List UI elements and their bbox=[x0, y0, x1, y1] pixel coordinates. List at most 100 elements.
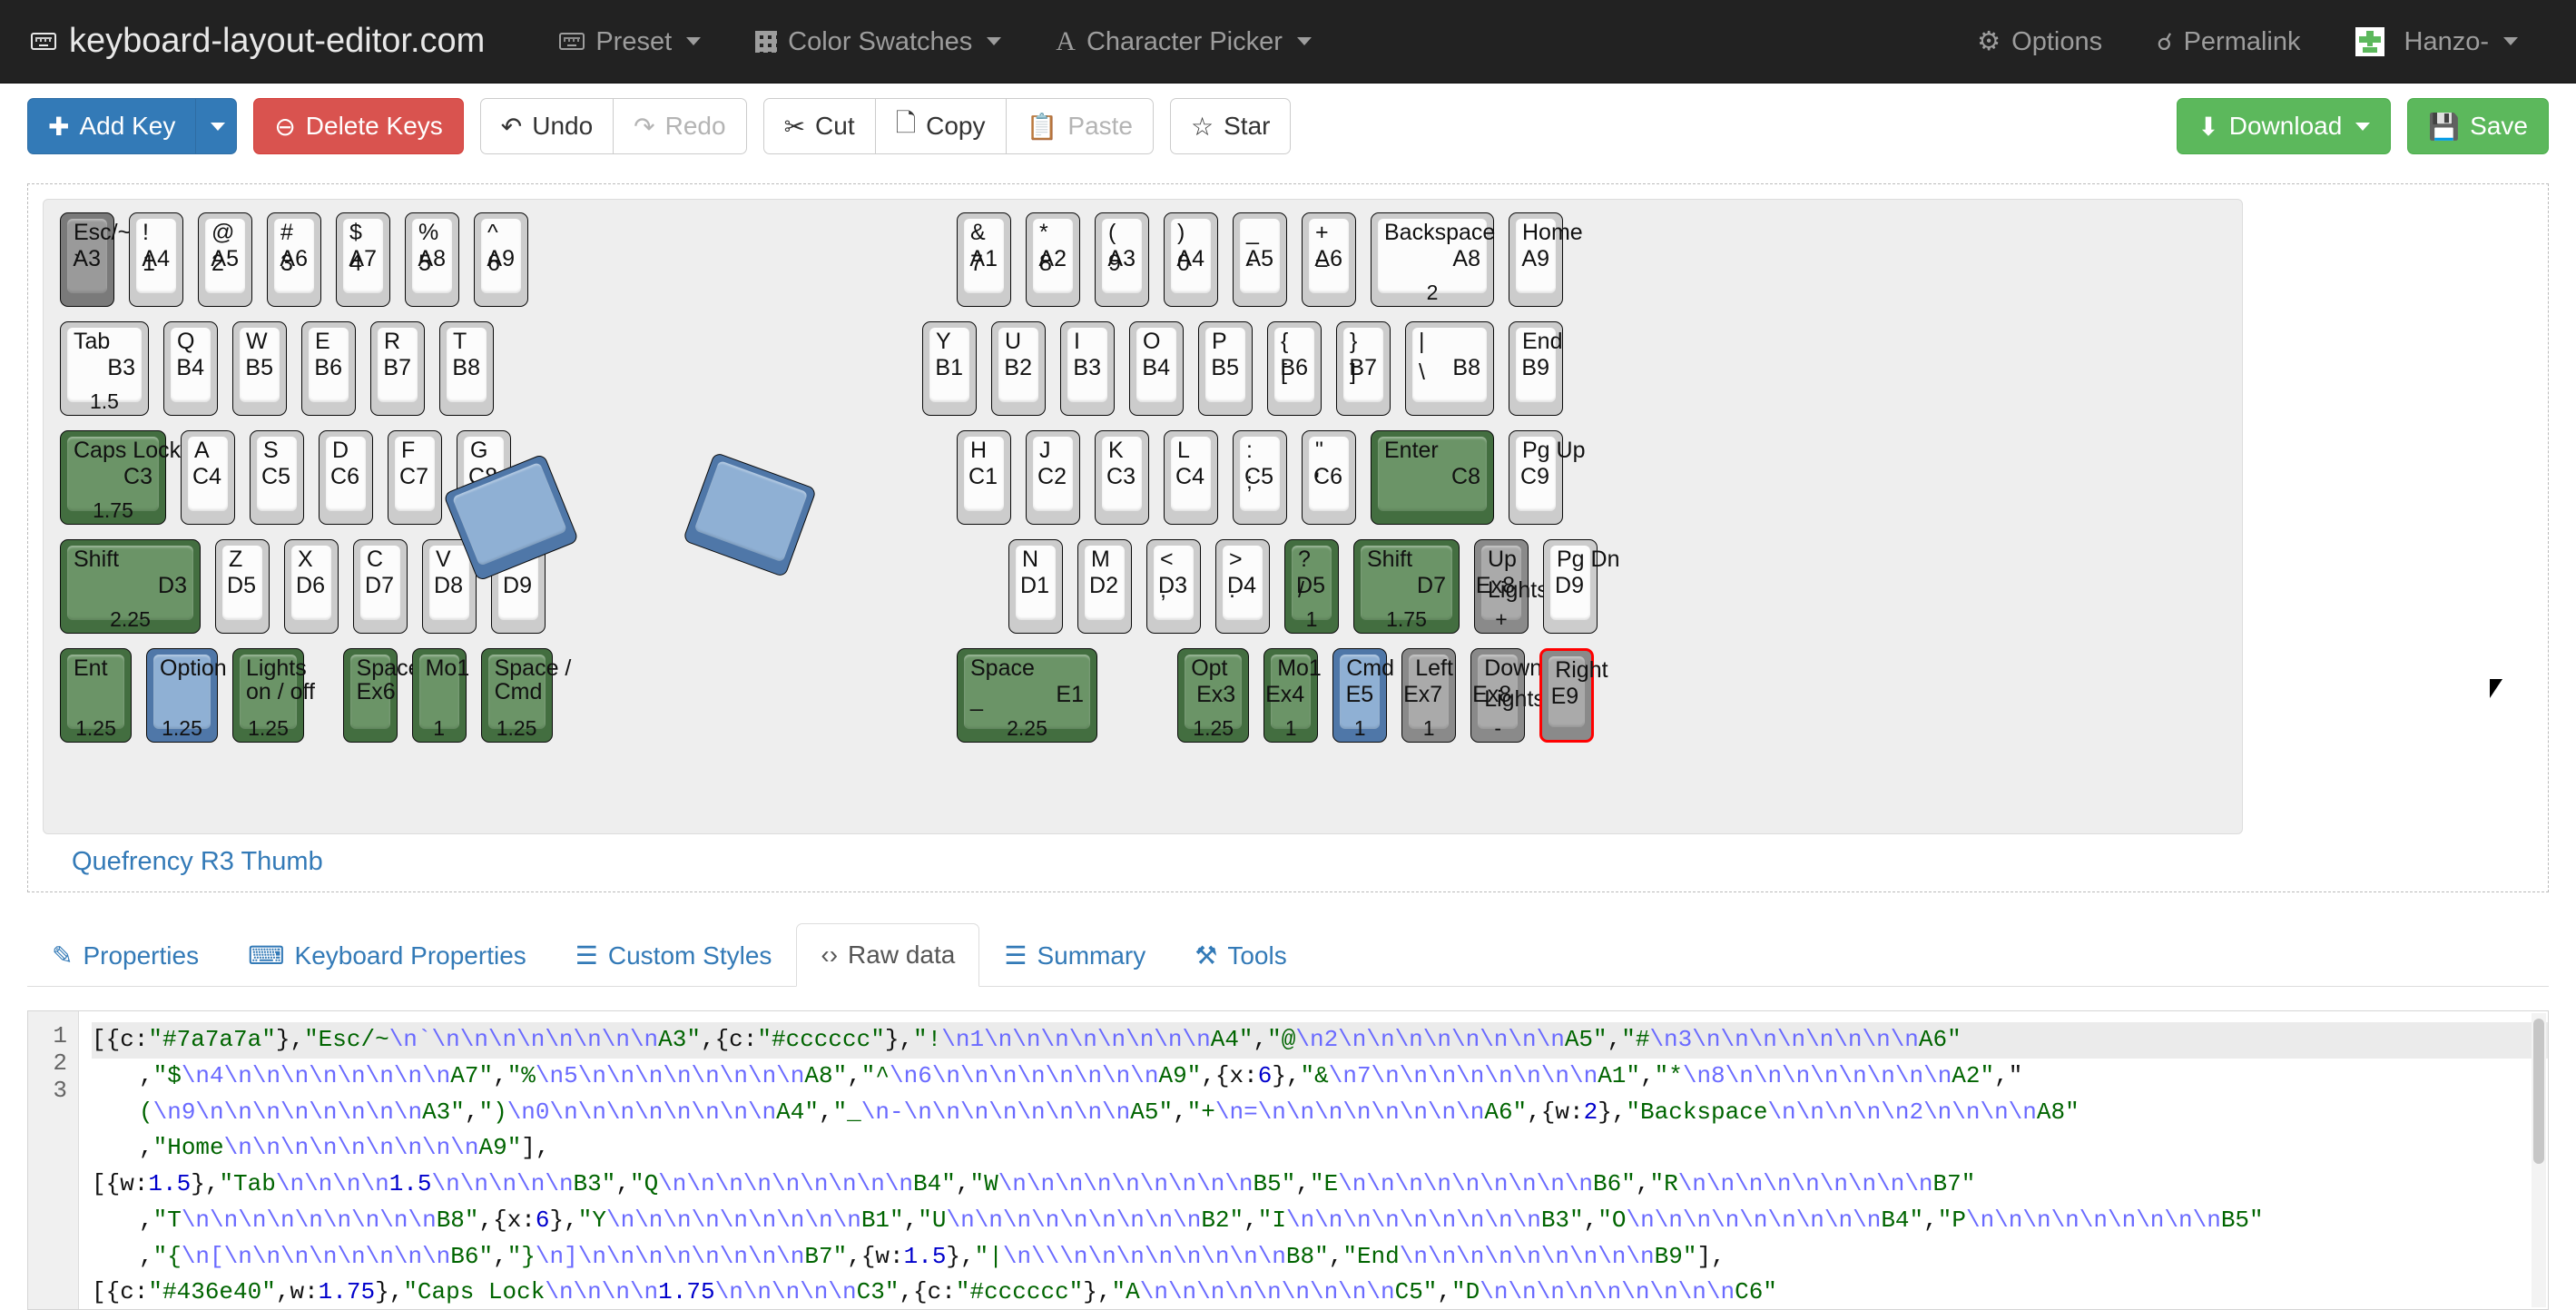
code-scrollbar[interactable] bbox=[2532, 1013, 2546, 1307]
tab-keyboard-properties[interactable]: ⌨ Keyboard Properties bbox=[223, 923, 551, 987]
keycap[interactable]: Caps Lock C3 1.75 bbox=[60, 430, 181, 525]
save-button[interactable]: 💾 Save bbox=[2407, 98, 2549, 154]
keycap[interactable]: U B2 bbox=[991, 321, 1046, 416]
keycap[interactable]: K C3 bbox=[1095, 430, 1149, 525]
keycap[interactable]: N D1 bbox=[1008, 539, 1063, 634]
code-scrollbar-thumb[interactable] bbox=[2533, 1019, 2544, 1164]
keycap[interactable]: O B4 bbox=[1129, 321, 1184, 416]
keycap[interactable]: Ent 1.25 bbox=[60, 648, 132, 743]
nav-item-options[interactable]: ⚙ Options bbox=[1950, 0, 2129, 84]
keycap[interactable]: Pg Up C9 bbox=[1509, 430, 1585, 525]
keycap[interactable]: X D6 bbox=[284, 539, 339, 634]
keyboard-canvas[interactable]: Esc/~ A3 `! A4 1 @ A5 2 # A6 3 $ A7 4 % A8 5 ^ A9 6 & A1 7 * A2 8… bbox=[43, 199, 2243, 834]
keycap[interactable]: $ A7 4 bbox=[336, 212, 390, 307]
keycap[interactable]: J C2 bbox=[1026, 430, 1080, 525]
keycap[interactable]: | B8 \ bbox=[1405, 321, 1494, 416]
add-key-button[interactable]: ✚ Add Key bbox=[27, 98, 197, 154]
keycap[interactable]: Lights on / off 1.25 bbox=[232, 648, 315, 743]
keycap[interactable]: + A6 = bbox=[1302, 212, 1356, 307]
copy-button[interactable]: 🗋 Copy bbox=[874, 98, 1007, 154]
nav-item-permalink[interactable]: ☌ Permalink bbox=[2129, 0, 2327, 84]
keycap[interactable]: C D7 bbox=[353, 539, 408, 634]
paste-button[interactable]: 📋 Paste bbox=[1005, 98, 1154, 154]
tab-summary[interactable]: ☰ Summary bbox=[979, 923, 1170, 987]
keycap[interactable]: ! A4 1 bbox=[129, 212, 183, 307]
redo-button[interactable]: ↷ Redo bbox=[613, 98, 747, 154]
tab-tools[interactable]: ⚒ Tools bbox=[1170, 923, 1311, 987]
keycap[interactable]: A C4 bbox=[181, 430, 235, 525]
keycap[interactable]: Z D5 bbox=[215, 539, 270, 634]
keycap[interactable]: ? D5/1 bbox=[1284, 539, 1339, 634]
raw-data-editor[interactable]: 123 [{c:"#7a7a7a"},"Esc/~\n`\n\n\n\n\n\n… bbox=[27, 1010, 2549, 1310]
brand-logo[interactable]: keyboard-layout-editor.com bbox=[31, 22, 485, 61]
keycap[interactable]: % A8 5 bbox=[405, 212, 459, 307]
keycap[interactable]: Up Ex8 Lights + bbox=[1474, 539, 1549, 634]
undo-button[interactable]: ↶ Undo bbox=[479, 98, 615, 154]
keycap[interactable]: F C7 bbox=[388, 430, 442, 525]
keycap[interactable]: L C4 bbox=[1164, 430, 1218, 525]
keycap[interactable]: Opt Ex3 1.25 bbox=[1177, 648, 1250, 743]
keycap[interactable]: : C5; bbox=[1233, 430, 1287, 525]
nav-item-character-picker[interactable]: A Character Picker bbox=[1028, 0, 1339, 84]
thumb-keycap[interactable] bbox=[682, 451, 818, 578]
keycap[interactable]: T B8 bbox=[439, 321, 494, 416]
keycap[interactable]: Right E9 bbox=[1539, 648, 1608, 743]
keycap[interactable]: D C6 bbox=[319, 430, 373, 525]
keycap[interactable]: Space / Cmd 1.25 bbox=[480, 648, 571, 743]
download-button[interactable]: ⬇ Download bbox=[2177, 98, 2392, 154]
keycap[interactable]: R B7 bbox=[370, 321, 425, 416]
nav-item-preset[interactable]: Preset bbox=[532, 0, 728, 84]
keycap[interactable]: Shift D7 1.75 bbox=[1353, 539, 1460, 634]
keycap[interactable]: M D2 bbox=[1077, 539, 1132, 634]
nav-item-user-menu[interactable]: Hanzo- bbox=[2328, 0, 2546, 84]
keycap[interactable]: Backspace A8 2 bbox=[1371, 212, 1495, 307]
keycap[interactable]: Tab B3 1.5 bbox=[60, 321, 149, 416]
keycap[interactable]: Space E1 _ 2.25 bbox=[957, 648, 1097, 743]
keycap[interactable]: Down Ex8 Lights - bbox=[1470, 648, 1545, 743]
keycap[interactable]: Q B4 bbox=[163, 321, 218, 416]
keycap[interactable]: ^ A9 6 bbox=[474, 212, 528, 307]
keycap[interactable]: * A2 8 bbox=[1026, 212, 1080, 307]
tab-raw-data[interactable]: ‹› Raw data bbox=[796, 923, 980, 987]
keycap[interactable]: } B7] bbox=[1336, 321, 1391, 416]
edit-icon: ✎ bbox=[52, 941, 74, 970]
keycap[interactable]: (A3 9 bbox=[1095, 212, 1149, 307]
star-button[interactable]: ☆ Star bbox=[1170, 98, 1292, 154]
keycap[interactable]: E B6 bbox=[301, 321, 356, 416]
keycap[interactable]: H C1 bbox=[957, 430, 1011, 525]
keycap[interactable]: P B5 bbox=[1198, 321, 1253, 416]
keycap[interactable]: Mo1 Ex4 1 bbox=[1263, 648, 1322, 743]
keycap[interactable]: Y B1 bbox=[922, 321, 977, 416]
raw-data-code[interactable]: [{c:"#7a7a7a"},"Esc/~\n`\n\n\n\n\n\n\n\n… bbox=[79, 1011, 2548, 1309]
tab-properties[interactable]: ✎ Properties bbox=[27, 923, 223, 987]
keycap[interactable]: Home A9 bbox=[1509, 212, 1583, 307]
tab-custom-styles[interactable]: ☰ Custom Styles bbox=[551, 923, 797, 987]
keycap[interactable]: # A6 3 bbox=[267, 212, 321, 307]
keycap[interactable]: W B5 bbox=[232, 321, 287, 416]
cut-button[interactable]: ✂ Cut bbox=[762, 98, 876, 154]
keycap[interactable]: Option 1.25 bbox=[146, 648, 227, 743]
keycap[interactable]: & A1 7 bbox=[957, 212, 1011, 307]
keycap[interactable]: {B6[ bbox=[1267, 321, 1322, 416]
add-key-dropdown-button[interactable] bbox=[195, 98, 238, 154]
keycap[interactable]: " C6 ' bbox=[1302, 430, 1356, 525]
keycap[interactable]: _ A5- bbox=[1233, 212, 1287, 307]
keycap[interactable]: Esc/~ A3 ` bbox=[60, 212, 131, 307]
keycap[interactable]: Pg Dn D9 bbox=[1543, 539, 1619, 634]
keycap[interactable]: S C5 bbox=[250, 430, 304, 525]
keycap[interactable]: Cmd E5 1 bbox=[1332, 648, 1394, 743]
keycap[interactable]: Left Ex7 1 bbox=[1401, 648, 1457, 743]
keyboard-name-label[interactable]: Quefrency R3 Thumb bbox=[72, 847, 323, 877]
delete-keys-button[interactable]: ⊖ Delete Keys bbox=[253, 98, 464, 154]
keycap[interactable]: Shift D3 2.25 bbox=[60, 539, 201, 634]
keycap[interactable]: End B9 bbox=[1509, 321, 1563, 416]
keycap[interactable]: Space Ex6 bbox=[342, 648, 420, 743]
keycap[interactable]: > D4. bbox=[1215, 539, 1270, 634]
keycap[interactable]: Mo1 1 bbox=[411, 648, 469, 743]
keycap[interactable]: I B3 bbox=[1060, 321, 1115, 416]
nav-item-color-swatches[interactable]: Color Swatches bbox=[728, 0, 1028, 84]
keycap[interactable]: ) A4 0 bbox=[1164, 212, 1218, 307]
keycap[interactable]: < D3, bbox=[1146, 539, 1201, 634]
keycap[interactable]: Enter C8 bbox=[1371, 430, 1494, 525]
keycap[interactable]: @ A5 2 bbox=[198, 212, 252, 307]
